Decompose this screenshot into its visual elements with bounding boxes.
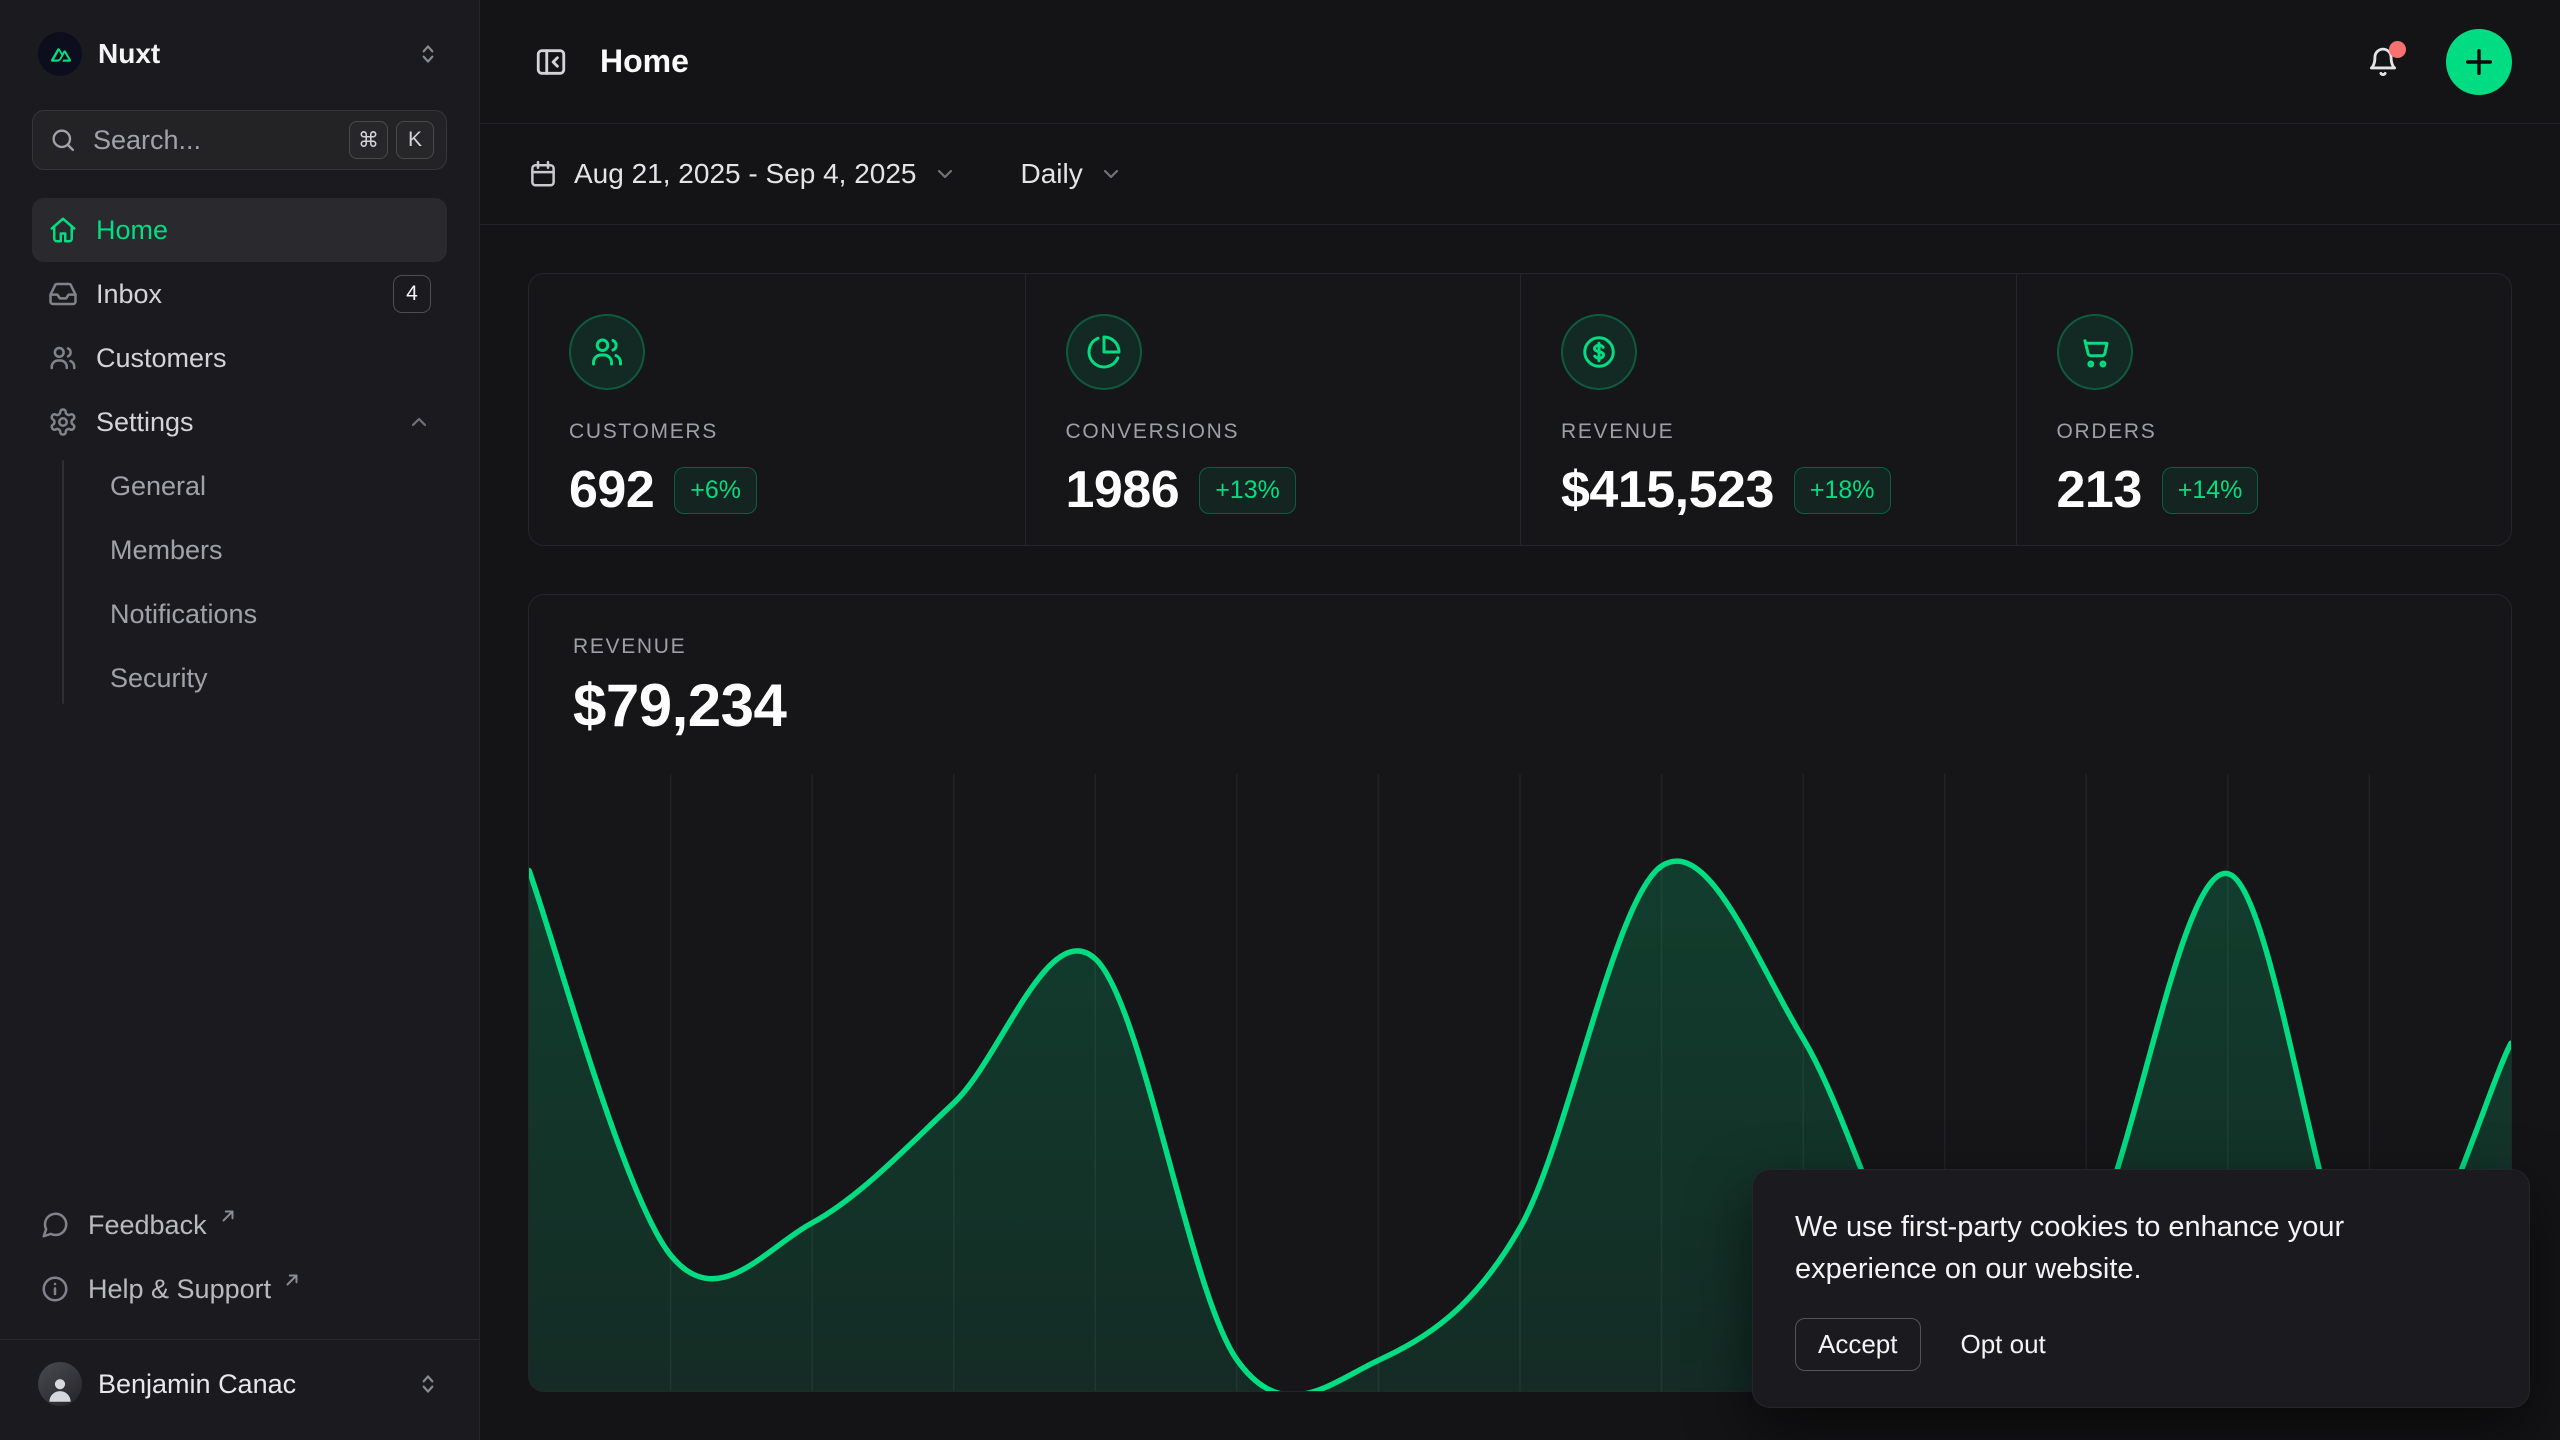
stat-delta-badge: +14% (2162, 467, 2259, 514)
sidebar-item-inbox[interactable]: Inbox 4 (32, 262, 447, 326)
settings-subtree: General Members Notifications Security (32, 454, 447, 710)
users-icon (589, 334, 625, 370)
stat-customers[interactable]: CUSTOMERS 692 +6% (529, 274, 1025, 546)
filters-toolbar: Aug 21, 2025 - Sep 4, 2025 Daily (480, 124, 2560, 225)
panel-collapse-icon (534, 45, 568, 79)
notifications-button[interactable] (2360, 39, 2406, 85)
sidebar-item-label: Customers (96, 343, 227, 374)
page-header: Home (480, 0, 2560, 124)
sidebar-item-label: Settings (96, 407, 194, 438)
users-icon (48, 343, 78, 373)
cookie-accept-button[interactable]: Accept (1795, 1318, 1921, 1371)
team-switcher[interactable]: Nuxt (32, 24, 447, 84)
cart-icon (2077, 334, 2113, 370)
sidebar-item-security[interactable]: Security (64, 646, 447, 710)
stat-revenue[interactable]: REVENUE $415,523 +18% (1520, 274, 2016, 546)
sidebar-nav: Home Inbox 4 Customers Settings (32, 198, 447, 710)
pie-chart-icon (1086, 334, 1122, 370)
stat-label: REVENUE (1561, 420, 1976, 444)
avatar (38, 1362, 82, 1406)
stat-value: 692 (569, 460, 654, 520)
cookie-message: We use first-party cookies to enhance yo… (1795, 1206, 2415, 1290)
add-button[interactable] (2446, 29, 2512, 95)
stat-label: CONVERSIONS (1066, 420, 1481, 444)
user-menu[interactable]: Benjamin Canac (32, 1354, 447, 1414)
stat-delta-badge: +13% (1199, 467, 1296, 514)
cookie-optout-button[interactable]: Opt out (1961, 1329, 2046, 1360)
page-title: Home (600, 43, 689, 80)
sidebar-item-home[interactable]: Home (32, 198, 447, 262)
chevron-down-icon (933, 162, 957, 186)
sidebar-item-settings[interactable]: Settings (32, 390, 447, 454)
chevron-up-down-icon (415, 1371, 441, 1397)
search-icon (49, 126, 77, 154)
chevron-up-down-icon (415, 41, 441, 67)
sidebar-item-label: Inbox (96, 279, 162, 310)
sidebar-collapse-button[interactable] (528, 39, 574, 85)
chevron-up-icon (407, 410, 431, 434)
kbd-k: K (396, 121, 434, 159)
date-range-picker[interactable]: Aug 21, 2025 - Sep 4, 2025 (528, 158, 957, 190)
stat-value: 1986 (1066, 460, 1180, 520)
team-name: Nuxt (98, 38, 399, 70)
sidebar-item-general[interactable]: General (64, 454, 447, 518)
feedback-label: Feedback (88, 1210, 207, 1241)
stat-delta-badge: +6% (674, 467, 757, 514)
stat-delta-badge: +18% (1794, 467, 1891, 514)
stat-label: ORDERS (2057, 420, 2472, 444)
stat-value: $415,523 (1561, 460, 1774, 520)
revenue-chart-value: $79,234 (573, 671, 2467, 740)
search-placeholder: Search... (93, 125, 333, 156)
calendar-icon (528, 159, 558, 189)
cookie-banner: We use first-party cookies to enhance yo… (1752, 1169, 2530, 1408)
chat-bubble-icon (40, 1210, 70, 1240)
search-input[interactable]: Search... ⌘ K (32, 110, 447, 170)
sidebar-item-label: Home (96, 215, 168, 246)
external-link-icon (219, 1207, 237, 1225)
external-link-icon (283, 1271, 301, 1289)
stats-card: CUSTOMERS 692 +6% CONVERSIONS 1986 +13% (528, 273, 2512, 546)
sidebar: Nuxt Search... ⌘ K Home Inbox 4 (0, 0, 480, 1440)
home-icon (48, 215, 78, 245)
granularity-value: Daily (1021, 158, 1083, 190)
nuxt-logo-icon (38, 32, 82, 76)
sidebar-footer-links: Feedback Help & Support (32, 1193, 447, 1321)
inbox-icon (48, 279, 78, 309)
sidebar-item-members[interactable]: Members (64, 518, 447, 582)
user-name: Benjamin Canac (98, 1369, 399, 1400)
granularity-select[interactable]: Daily (1021, 158, 1123, 190)
notification-unread-dot (2389, 41, 2406, 58)
date-range-value: Aug 21, 2025 - Sep 4, 2025 (574, 158, 917, 190)
stat-value: 213 (2057, 460, 2142, 520)
inbox-count-badge: 4 (393, 275, 431, 313)
feedback-link[interactable]: Feedback (32, 1193, 447, 1257)
help-support-label: Help & Support (88, 1274, 271, 1305)
stat-orders[interactable]: ORDERS 213 +14% (2016, 274, 2512, 546)
help-support-link[interactable]: Help & Support (32, 1257, 447, 1321)
gear-icon (48, 407, 78, 437)
stat-label: CUSTOMERS (569, 420, 985, 444)
plus-icon (2462, 45, 2496, 79)
info-icon (40, 1274, 70, 1304)
sidebar-item-notifications[interactable]: Notifications (64, 582, 447, 646)
revenue-chart-label: REVENUE (573, 635, 2467, 659)
sidebar-item-customers[interactable]: Customers (32, 326, 447, 390)
dollar-circle-icon (1581, 334, 1617, 370)
chevron-down-icon (1099, 162, 1123, 186)
search-shortcut: ⌘ K (349, 121, 434, 159)
sidebar-divider (0, 1339, 479, 1340)
stat-conversions[interactable]: CONVERSIONS 1986 +13% (1025, 274, 1521, 546)
kbd-cmd: ⌘ (349, 121, 388, 159)
